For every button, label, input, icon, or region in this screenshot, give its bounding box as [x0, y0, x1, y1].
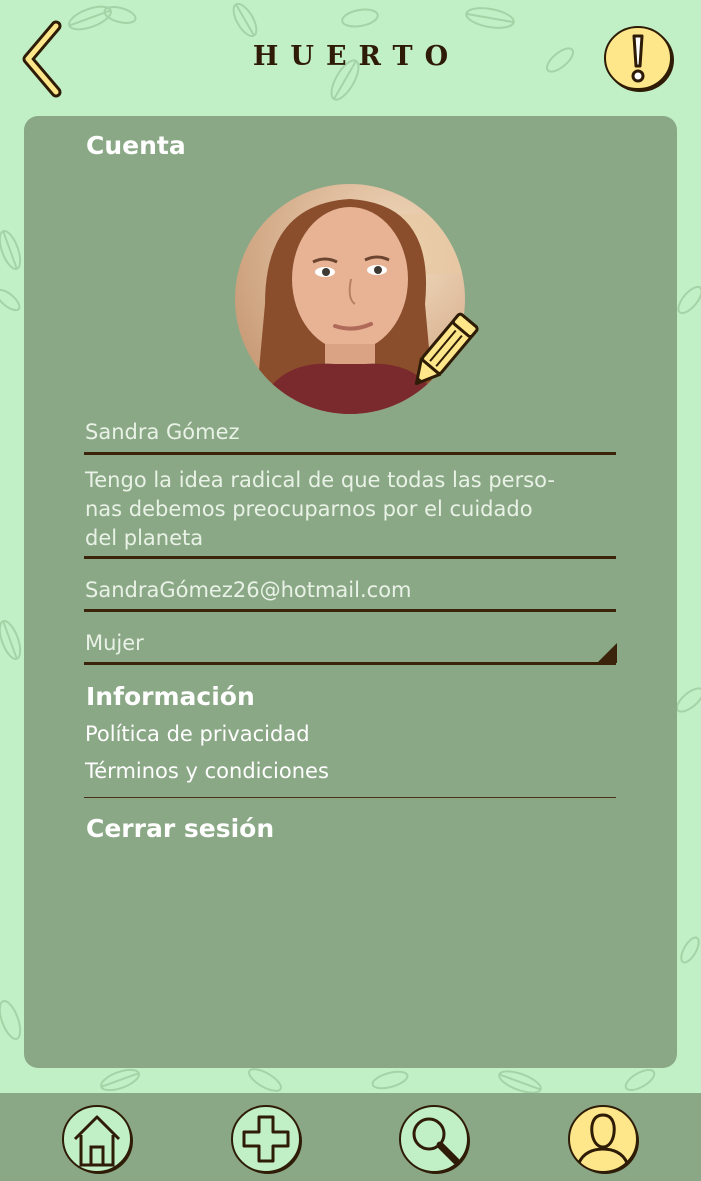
profile-user-icon[interactable]: [565, 1101, 641, 1177]
privacy-policy-link[interactable]: Política de privacidad: [85, 720, 310, 748]
gender-select-value: Mujer: [85, 631, 144, 655]
add-plus-icon[interactable]: [228, 1101, 304, 1177]
home-icon[interactable]: [59, 1101, 135, 1177]
info-heading: Información: [86, 682, 255, 711]
bio-field[interactable]: Tengo la idea radical de que todas las p…: [84, 466, 616, 559]
bottom-tab-bar: [0, 1093, 701, 1181]
bio-line-3: del planeta: [85, 526, 204, 550]
name-field-value: Sandra Gómez: [85, 420, 240, 444]
section-divider: [84, 797, 616, 798]
logout-button[interactable]: Cerrar sesión: [86, 814, 274, 844]
bio-line-2: nas debemos preocuparnos por el cuidado: [85, 497, 533, 521]
profile-avatar[interactable]: [235, 184, 485, 416]
email-field[interactable]: SandraGómez26@hotmail.com: [84, 576, 616, 612]
alert-exclamation-icon[interactable]: [600, 22, 678, 96]
terms-conditions-link[interactable]: Términos y condiciones: [85, 757, 329, 785]
account-heading: Cuenta: [86, 131, 186, 160]
edit-pencil-icon[interactable]: [399, 310, 487, 400]
name-field[interactable]: Sandra Gómez: [84, 418, 616, 455]
dropdown-triangle-icon: [597, 643, 617, 663]
bio-line-1: Tengo la idea radical de que todas las p…: [85, 468, 555, 492]
search-icon[interactable]: [396, 1101, 472, 1177]
app-title: HUERTO: [252, 41, 461, 72]
email-field-value: SandraGómez26@hotmail.com: [85, 578, 412, 602]
gender-select[interactable]: Mujer: [84, 629, 617, 665]
